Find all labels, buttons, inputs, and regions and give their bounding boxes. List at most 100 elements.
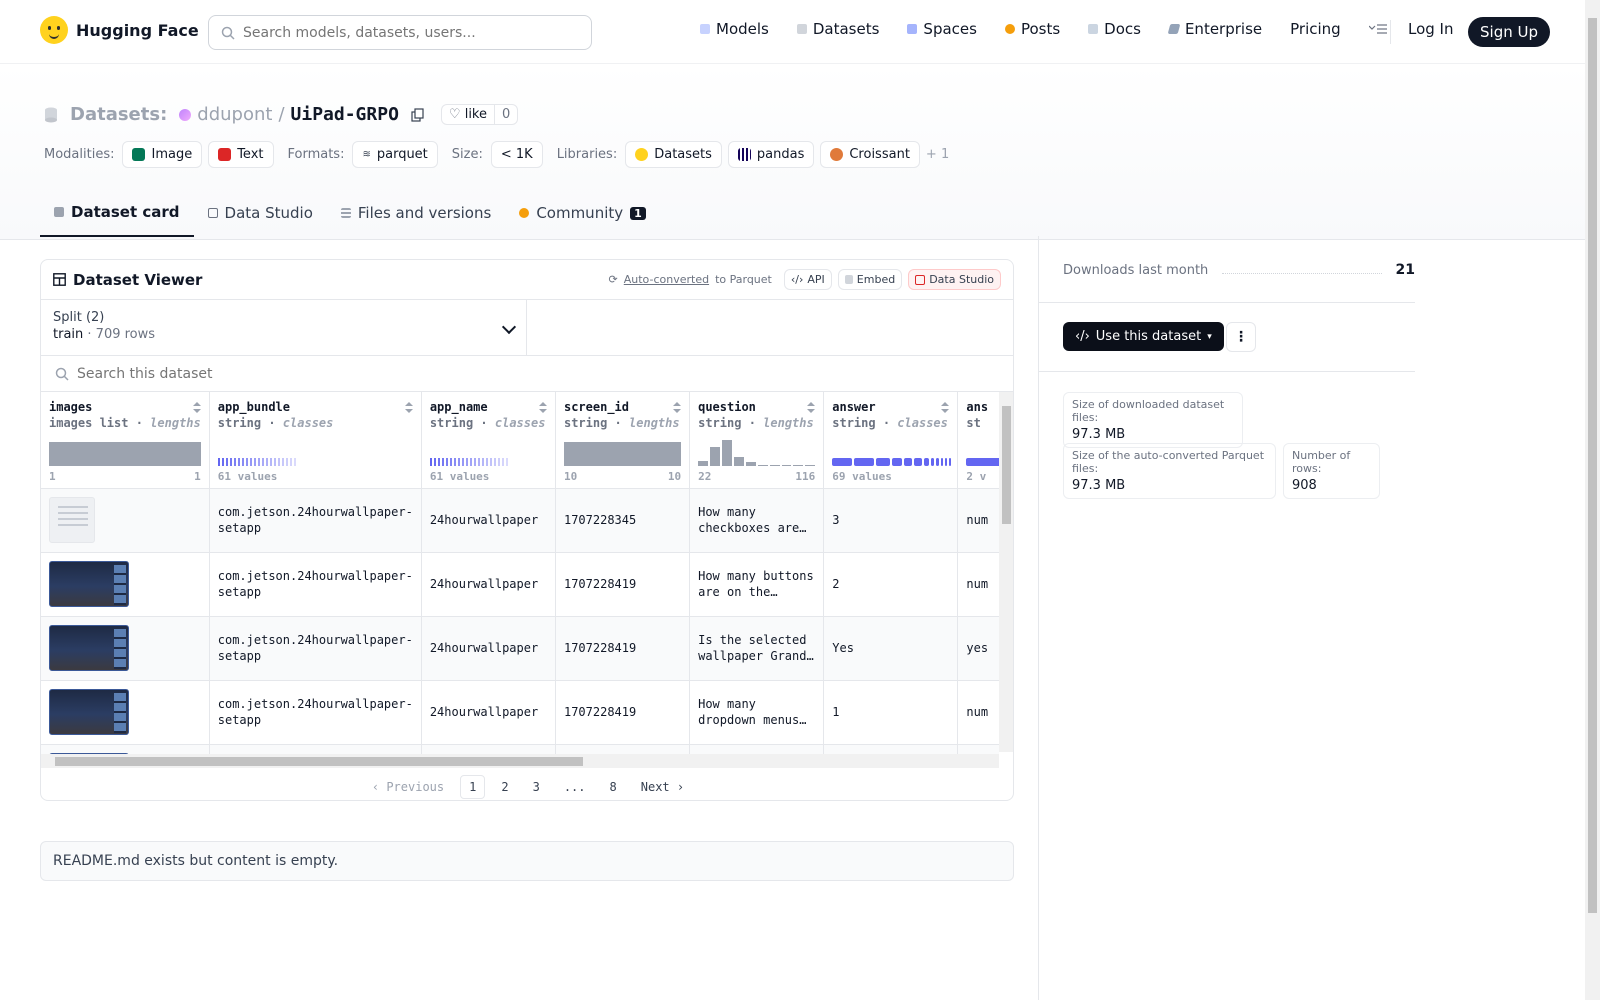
page-scrollbar[interactable] xyxy=(1585,0,1600,1000)
cell-answer[interactable]: Yes xyxy=(823,616,959,681)
cell-app-bundle[interactable]: com.jetson.24hourwallpaper-setapp xyxy=(209,488,422,553)
table-horizontal-scrollbar[interactable] xyxy=(41,754,999,768)
page-2-button[interactable]: 2 xyxy=(493,776,516,798)
sort-icon[interactable] xyxy=(941,402,950,414)
sort-icon[interactable] xyxy=(192,402,201,414)
cell-app-name[interactable]: 24hourwallpaper xyxy=(421,680,556,745)
column-header-ans[interactable]: ans st 2 v xyxy=(957,392,999,489)
cell-answer[interactable]: 2 xyxy=(823,552,959,617)
column-header-images[interactable]: images images list · lengths 11 xyxy=(41,392,210,489)
cell-answer[interactable]: 3 xyxy=(823,488,959,553)
tab-files-and-versions[interactable]: Files and versions xyxy=(327,194,505,237)
screenshot-thumbnail[interactable] xyxy=(49,497,95,543)
data-studio-button[interactable]: Data Studio xyxy=(908,269,1001,290)
like-button[interactable]: ♡ like 0 xyxy=(440,104,519,125)
tag-image[interactable]: Image xyxy=(122,141,203,168)
cell-app-bundle[interactable]: com.jetson.24hourwallpaper-setapp xyxy=(209,616,422,681)
table-vertical-scrollbar[interactable] xyxy=(999,392,1013,752)
cell-app-bundle[interactable]: com.jetson.24hourwallpaper-setapp xyxy=(209,552,422,617)
cell-screen-id[interactable]: 1707228419 xyxy=(555,552,691,617)
page-1-button[interactable]: 1 xyxy=(460,775,486,799)
dataset-search[interactable] xyxy=(41,356,1013,392)
column-header-app-name[interactable]: app_name string · classes 61 values xyxy=(421,392,556,489)
column-header-screen-id[interactable]: screen_id string · lengths 10 10 xyxy=(555,392,691,489)
cell-question[interactable]: Is the selected wallpaper Grand Canyon? xyxy=(689,616,825,681)
use-this-dataset-button[interactable]: ‹/› Use this dataset ▾ xyxy=(1063,322,1224,351)
tab-data-studio[interactable]: Data Studio xyxy=(194,194,327,237)
nav-models[interactable]: Models xyxy=(700,20,769,38)
previous-page-button[interactable]: ‹ Previous xyxy=(364,776,452,798)
home-logo-link[interactable]: Hugging Face xyxy=(40,16,199,44)
cell-ans[interactable]: num xyxy=(957,680,999,745)
page-3-button[interactable]: 3 xyxy=(525,776,548,798)
cell-app-name[interactable]: 24hourwallpaper xyxy=(421,552,556,617)
cell-app-name[interactable]: 24hourwallpaper xyxy=(421,616,556,681)
login-link[interactable]: Log In xyxy=(1408,20,1454,38)
cell-app-bundle[interactable]: com.jetson.24hourwallpaper-setapp xyxy=(209,680,422,745)
global-search[interactable] xyxy=(208,15,592,50)
cell-question[interactable]: How many dropdown menus are on the scree… xyxy=(689,680,825,745)
section-link[interactable]: Datasets: xyxy=(70,104,167,125)
sort-icon[interactable] xyxy=(673,402,682,414)
nav-docs[interactable]: Docs xyxy=(1088,20,1141,38)
tag-pandas[interactable]: pandas xyxy=(727,141,815,168)
split-selector[interactable]: Split (2) train · 709 rows xyxy=(41,300,527,356)
tag-parquet[interactable]: ≋ parquet xyxy=(352,141,438,168)
cell-image[interactable] xyxy=(41,680,210,745)
more-libraries[interactable]: + 1 xyxy=(926,147,949,162)
dataset-search-input[interactable] xyxy=(77,365,577,382)
cell-screen-id[interactable]: 1707228419 xyxy=(555,616,691,681)
column-header-question[interactable]: question string · lengths 22 116 xyxy=(689,392,825,489)
scrollbar-thumb[interactable] xyxy=(1002,406,1011,524)
sort-icon[interactable] xyxy=(404,402,413,414)
cell-ans[interactable]: num xyxy=(957,488,999,553)
cell-answer[interactable]: 1 xyxy=(823,680,959,745)
cell-screen-id[interactable]: 1707228345 xyxy=(555,488,691,553)
table-row[interactable]: com.jetson.24hourwallpaper-setapp 24hour… xyxy=(41,616,999,681)
table-row[interactable]: com.jetson.24hourwallpaper-setapp 24hour… xyxy=(41,552,999,617)
signup-button[interactable]: Sign Up xyxy=(1468,17,1550,47)
tag-text[interactable]: Text xyxy=(208,141,274,168)
nav-datasets[interactable]: Datasets xyxy=(796,20,879,38)
cell-screen-id[interactable]: 1707228419 xyxy=(555,680,691,745)
api-button[interactable]: ‹/› API xyxy=(783,269,832,290)
tag-croissant[interactable]: Croissant xyxy=(820,141,920,168)
nav-more-menu[interactable] xyxy=(1368,23,1387,35)
scrollbar-thumb[interactable] xyxy=(55,757,583,766)
sort-icon[interactable] xyxy=(807,402,816,414)
tab-community[interactable]: Community 1 xyxy=(505,194,659,237)
sort-icon[interactable] xyxy=(538,402,547,414)
scrollbar-thumb[interactable] xyxy=(1588,18,1597,913)
screenshot-thumbnail[interactable] xyxy=(49,689,129,735)
auto-converted-link[interactable]: Auto-converted xyxy=(624,273,709,286)
embed-button[interactable]: Embed xyxy=(837,269,903,290)
more-options-button[interactable]: ⋮ xyxy=(1226,322,1256,352)
nav-spaces[interactable]: Spaces xyxy=(907,20,977,38)
table-row[interactable]: com.jetson.24hourwallpaper-setapp 24hour… xyxy=(41,680,999,745)
tag-size[interactable]: < 1K xyxy=(490,141,543,168)
tag-datasets-lib[interactable]: Datasets xyxy=(625,141,722,168)
owner-link[interactable]: ddupont xyxy=(197,104,272,125)
tab-dataset-card[interactable]: Dataset card xyxy=(40,194,194,237)
cell-image[interactable] xyxy=(41,616,210,681)
global-search-input[interactable] xyxy=(243,24,573,41)
nav-pricing[interactable]: Pricing xyxy=(1290,20,1341,38)
column-header-answer[interactable]: answer string · classes 69 values xyxy=(823,392,959,489)
cell-ans[interactable]: num xyxy=(957,552,999,617)
cell-image[interactable] xyxy=(41,488,210,553)
cell-image[interactable] xyxy=(41,552,210,617)
repo-name[interactable]: UiPad-GRPO xyxy=(291,104,399,125)
page-8-button[interactable]: 8 xyxy=(602,776,625,798)
screenshot-thumbnail[interactable] xyxy=(49,561,129,607)
nav-enterprise[interactable]: Enterprise xyxy=(1167,20,1262,38)
cell-question[interactable]: How many buttons are on the screen? xyxy=(689,552,825,617)
cell-ans[interactable]: yes xyxy=(957,616,999,681)
cell-question[interactable]: How many checkboxes are on the screen? xyxy=(689,488,825,553)
copy-icon[interactable] xyxy=(411,107,425,122)
nav-posts[interactable]: Posts xyxy=(1004,20,1060,38)
cell-app-name[interactable]: 24hourwallpaper xyxy=(421,488,556,553)
screenshot-thumbnail[interactable] xyxy=(49,625,129,671)
table-row[interactable]: com.jetson.24hourwallpaper-setapp 24hour… xyxy=(41,488,999,553)
column-header-app-bundle[interactable]: app_bundle string · classes 61 values xyxy=(209,392,422,489)
next-page-button[interactable]: Next › xyxy=(633,776,692,798)
